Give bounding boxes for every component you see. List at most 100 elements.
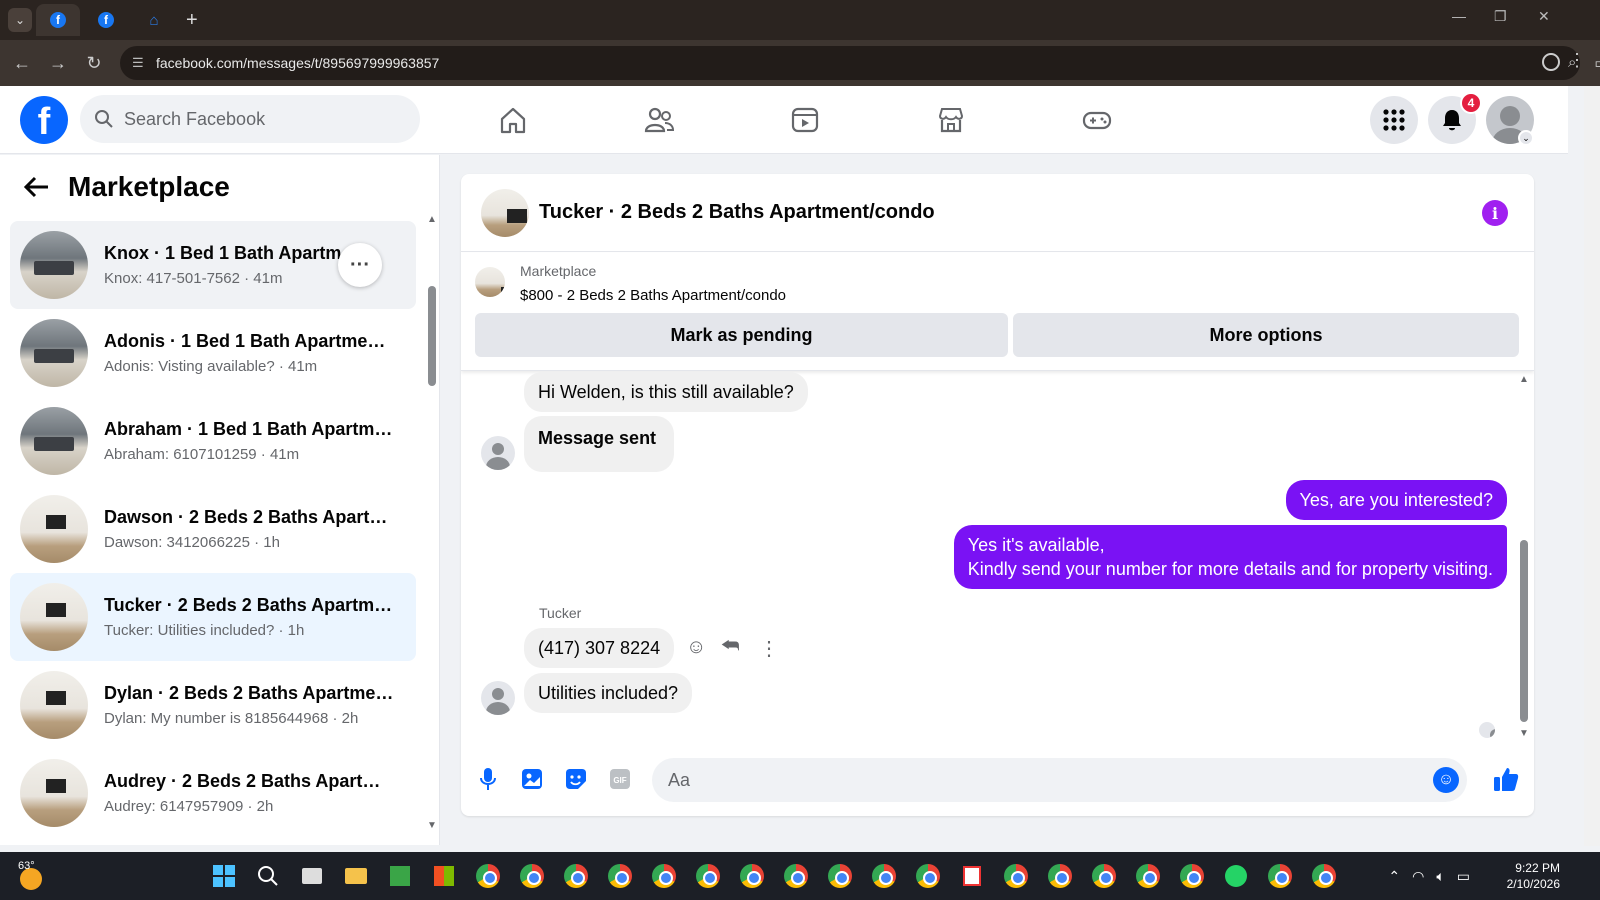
weather-temperature[interactable]: 63° (18, 860, 35, 872)
install-app-icon[interactable]: ▭ (1594, 54, 1600, 72)
file-explorer-button[interactable] (340, 860, 372, 892)
chrome-app-button[interactable] (516, 860, 548, 892)
nav-friends[interactable] (586, 86, 732, 154)
chrome-app-button[interactable] (1044, 860, 1076, 892)
chrome-app-button[interactable] (560, 860, 592, 892)
facebook-logo-icon[interactable]: f (20, 96, 68, 144)
message-input[interactable]: Aa ☺ (652, 758, 1467, 802)
message-bubble-incoming[interactable]: Message sent (524, 416, 675, 472)
system-clock[interactable]: 9:22 PM 2/10/2026 (1507, 860, 1560, 892)
restore-button[interactable]: ❐ (1494, 8, 1507, 25)
like-button[interactable] (1493, 766, 1519, 792)
tab-facebook[interactable]: f (84, 4, 128, 36)
reload-button[interactable]: ↻ (76, 53, 112, 74)
conversation-item-dawson[interactable]: Dawson · 2 Beds 2 Baths Apartment/condo … (10, 485, 416, 573)
gif-button[interactable]: GIF (607, 766, 633, 792)
message-bubble-outgoing[interactable]: Yes it's available, Kindly send your num… (953, 525, 1507, 589)
conversation-item-knox[interactable]: Knox · 1 Bed 1 Bath Apartment/condo Knox… (10, 221, 416, 309)
new-tab-button[interactable]: + (186, 9, 198, 32)
contact-avatar[interactable] (481, 681, 515, 715)
sticker-button[interactable] (563, 766, 589, 792)
more-actions-icon[interactable]: ⋮ (759, 636, 779, 661)
chrome-app-button[interactable] (868, 860, 900, 892)
forward-button[interactable]: → (40, 53, 76, 74)
conversation-item-dylan[interactable]: Dylan · 2 Beds 2 Baths Apartment/condo D… (10, 661, 416, 749)
nav-home[interactable] (440, 86, 586, 154)
taskbar-search-button[interactable] (252, 860, 284, 892)
start-button[interactable] (208, 860, 240, 892)
chrome-app-button[interactable] (692, 860, 724, 892)
tab-zillow[interactable]: ⌂ (132, 4, 176, 36)
chrome-app-button[interactable] (1264, 860, 1296, 892)
chrome-app-button[interactable] (472, 860, 504, 892)
menu-grid-button[interactable] (1370, 96, 1418, 144)
chrome-app-button[interactable] (1088, 860, 1120, 892)
nav-gaming[interactable] (1024, 86, 1170, 154)
back-button[interactable]: ← (4, 53, 40, 74)
message-bubble-incoming[interactable]: Hi Welden, is this still available? (524, 372, 808, 412)
more-options-button[interactable]: More options (1013, 313, 1519, 357)
message-bubble-outgoing[interactable]: Yes, are you interested? (1285, 480, 1507, 520)
message-bubble-incoming[interactable]: Utilities included? (524, 673, 693, 713)
store-app-button[interactable] (428, 860, 460, 892)
conversation-item-audrey[interactable]: Audrey · 2 Beds 2 Baths Apartment/condo … (10, 749, 416, 837)
site-info-icon[interactable]: ☰ (132, 55, 144, 71)
chrome-app-button[interactable] (604, 860, 636, 892)
more-options-icon[interactable]: ··· (338, 243, 382, 287)
tab-facebook-active[interactable]: f (36, 4, 80, 36)
chevron-down-icon[interactable]: ⌄ (1518, 130, 1534, 146)
battery-icon[interactable]: ▭ (1457, 868, 1470, 885)
reply-icon[interactable]: ⮪ (721, 635, 740, 658)
search-input[interactable]: Search Facebook (80, 95, 420, 143)
chrome-app-button[interactable] (1308, 860, 1340, 892)
back-arrow-icon[interactable] (22, 175, 50, 199)
info-icon[interactable]: i (1482, 200, 1508, 226)
listing-small-thumbnail[interactable] (475, 267, 505, 297)
chrome-app-button[interactable] (648, 860, 680, 892)
volume-icon[interactable]: 🔈︎ (1436, 868, 1444, 885)
sheets-app-button[interactable] (384, 860, 416, 892)
chrome-app-button[interactable] (912, 860, 944, 892)
chrome-app-button[interactable] (736, 860, 768, 892)
scroll-up-arrow-icon[interactable]: ▲ (427, 214, 437, 225)
show-hidden-icons[interactable]: ⌃ (1388, 868, 1400, 885)
nav-marketplace[interactable] (878, 86, 1024, 154)
address-bar[interactable]: ☰ facebook.com/messages/t/89569799996385… (120, 46, 1600, 80)
emoji-icon[interactable]: ☺ (1433, 767, 1459, 793)
tab-search-button[interactable]: ⌄ (8, 8, 32, 32)
message-bubble-incoming[interactable]: (417) 307 8224 (524, 628, 675, 668)
nav-video[interactable] (732, 86, 878, 154)
message-thread-scrollbar[interactable] (1520, 540, 1528, 722)
conversation-item-tucker[interactable]: Tucker · 2 Beds 2 Baths Apartment/condo … (10, 573, 416, 661)
task-view-button[interactable] (296, 860, 328, 892)
conversation-list-scrollbar[interactable] (428, 286, 436, 386)
mark-as-pending-button[interactable]: Mark as pending (475, 313, 1008, 357)
conversation-item-abraham[interactable]: Abraham · 1 Bed 1 Bath Apartment/condo A… (10, 397, 416, 485)
browser-profile-icon[interactable] (1542, 53, 1560, 71)
page-scrollbar[interactable] (1584, 86, 1600, 846)
chat-title[interactable]: Tucker · 2 Beds 2 Baths Apartment/condo (539, 201, 935, 224)
react-emoji-icon[interactable]: ☺ (686, 636, 706, 659)
grid-menu-icon (1383, 109, 1405, 131)
chrome-app-button[interactable] (1000, 860, 1032, 892)
wifi-icon[interactable]: ◠ (1412, 868, 1424, 885)
chrome-app-button[interactable] (1132, 860, 1164, 892)
minimize-button[interactable]: — (1452, 8, 1466, 24)
attach-photo-button[interactable] (519, 766, 545, 792)
scroll-down-arrow-icon[interactable]: ▼ (427, 820, 437, 831)
chrome-app-button[interactable] (780, 860, 812, 892)
notifications-button[interactable]: 4 (1428, 92, 1482, 144)
browser-menu-icon[interactable]: ⋮ (1568, 50, 1586, 71)
scroll-up-arrow-icon[interactable]: ▲ (1519, 374, 1529, 385)
scroll-down-arrow-icon[interactable]: ▼ (1519, 728, 1529, 739)
contact-avatar[interactable] (481, 436, 515, 470)
close-window-button[interactable]: ✕ (1538, 8, 1550, 25)
chat-listing-thumbnail[interactable] (481, 188, 529, 237)
conversation-item-adonis[interactable]: Adonis · 1 Bed 1 Bath Apartment/condo Ad… (10, 309, 416, 397)
chrome-app-button[interactable] (824, 860, 856, 892)
voice-clip-button[interactable] (475, 766, 501, 792)
snipping-tool-button[interactable] (956, 860, 988, 892)
whatsapp-app-button[interactable] (1220, 860, 1252, 892)
chrome-app-button[interactable] (1176, 860, 1208, 892)
listing-price-title[interactable]: $800 - 2 Beds 2 Baths Apartment/condo (520, 287, 786, 304)
